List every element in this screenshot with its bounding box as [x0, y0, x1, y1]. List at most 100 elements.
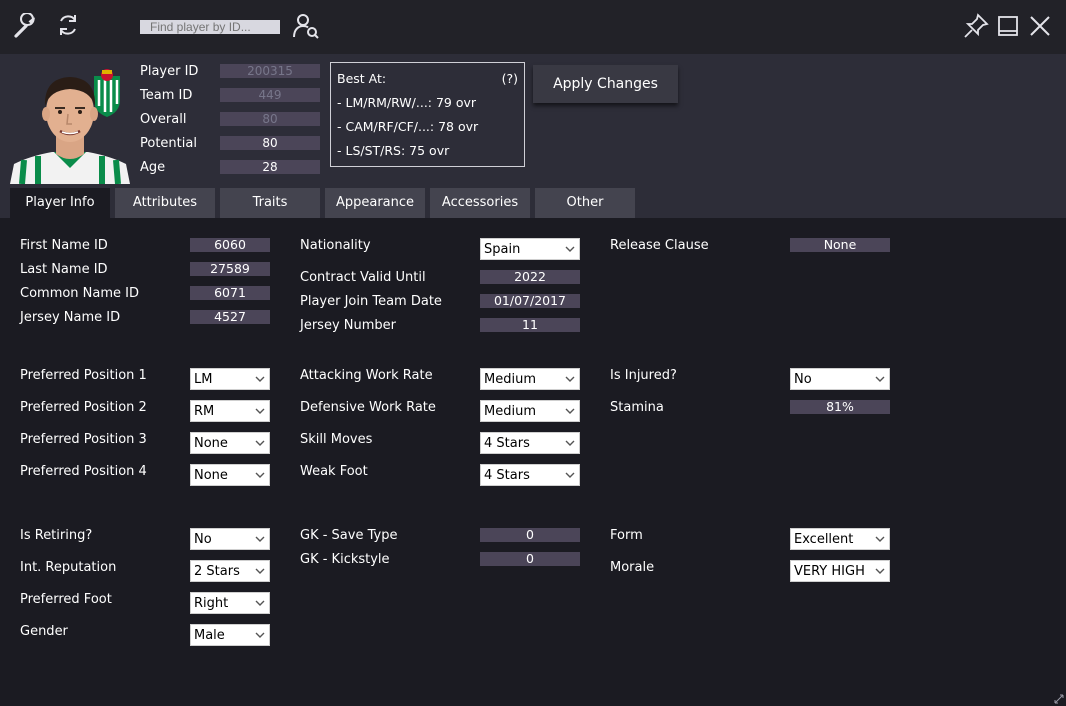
nationality-label: Nationality	[300, 238, 371, 253]
contract-valid-until-label: Contract Valid Until	[300, 270, 426, 285]
join-team-date-field[interactable]: 01/07/2017	[480, 294, 580, 308]
weak-foot-label: Weak Foot	[300, 464, 368, 479]
potential-label: Potential	[140, 136, 197, 151]
apply-changes-button[interactable]: Apply Changes	[533, 65, 678, 103]
minimize-icon[interactable]	[994, 12, 1022, 40]
nationality-value: Spain	[484, 242, 521, 257]
defensive-work-rate-select[interactable]: Medium	[480, 400, 580, 422]
tab-traits[interactable]: Traits	[220, 188, 320, 218]
best-at-line: - CAM/RF/CF/...: 78 ovr	[337, 119, 479, 134]
first-name-id-label: First Name ID	[20, 238, 108, 253]
chevron-down-icon	[565, 472, 575, 478]
chevron-down-icon	[255, 376, 265, 382]
best-at-title: Best At:	[337, 71, 387, 86]
form-select[interactable]: Excellent	[790, 528, 890, 550]
int-reputation-select[interactable]: 2 Stars	[190, 560, 270, 582]
chevron-down-icon	[875, 568, 885, 574]
first-name-id-field[interactable]: 6060	[190, 238, 270, 252]
tab-accessories[interactable]: Accessories	[430, 188, 530, 218]
player-portrait	[10, 64, 130, 185]
tab-appearance[interactable]: Appearance	[325, 188, 425, 218]
jersey-name-id-label: Jersey Name ID	[20, 310, 121, 325]
pin-icon[interactable]	[962, 12, 990, 40]
common-name-id-field[interactable]: 6071	[190, 286, 270, 300]
gk-save-type-field[interactable]: 0	[480, 528, 580, 542]
tab-attributes[interactable]: Attributes	[115, 188, 215, 218]
age-field[interactable]: 28	[220, 160, 320, 174]
refresh-icon[interactable]	[54, 11, 82, 39]
preferred-foot-value: Right	[194, 596, 229, 611]
gender-select[interactable]: Male	[190, 624, 270, 646]
is-injured-label: Is Injured?	[610, 368, 677, 383]
user-search-icon[interactable]	[290, 11, 322, 41]
gk-kickstyle-label: GK - Kickstyle	[300, 552, 390, 567]
gender-label: Gender	[20, 624, 68, 639]
join-team-date-label: Player Join Team Date	[300, 294, 442, 309]
preferred-foot-select[interactable]: Right	[190, 592, 270, 614]
defensive-work-rate-value: Medium	[484, 404, 536, 419]
skill-moves-label: Skill Moves	[300, 432, 373, 447]
stamina-field[interactable]: 81%	[790, 400, 890, 414]
tab-player-info[interactable]: Player Info	[10, 188, 110, 218]
preferred-position-4-value: None	[194, 468, 228, 483]
morale-select[interactable]: VERY HIGH	[790, 560, 890, 582]
contract-valid-until-field[interactable]: 2022	[480, 270, 580, 284]
tab-other[interactable]: Other	[535, 188, 635, 218]
gk-kickstyle-field[interactable]: 0	[480, 552, 580, 566]
release-clause-field[interactable]: None	[790, 238, 890, 252]
preferred-position-3-select[interactable]: None	[190, 432, 270, 454]
nationality-select[interactable]: Spain	[480, 238, 580, 260]
is-retiring-value: No	[194, 532, 212, 547]
preferred-position-2-select[interactable]: RM	[190, 400, 270, 422]
morale-label: Morale	[610, 560, 655, 575]
team-id-value: 449	[220, 88, 320, 102]
preferred-position-1-select[interactable]: LM	[190, 368, 270, 390]
overall-value: 80	[220, 112, 320, 126]
overall-label: Overall	[140, 112, 187, 127]
preferred-foot-label: Preferred Foot	[20, 592, 112, 607]
stamina-label: Stamina	[610, 400, 664, 415]
morale-value: VERY HIGH	[794, 564, 865, 579]
attacking-work-rate-label: Attacking Work Rate	[300, 368, 433, 383]
preferred-position-4-label: Preferred Position 4	[20, 464, 147, 479]
jersey-number-field[interactable]: 11	[480, 318, 580, 332]
chevron-down-icon	[255, 600, 265, 606]
int-reputation-label: Int. Reputation	[20, 560, 117, 575]
find-player-input[interactable]	[140, 20, 280, 34]
chevron-down-icon	[875, 536, 885, 542]
chevron-down-icon	[255, 472, 265, 478]
best-at-help[interactable]: (?)	[502, 71, 518, 86]
attacking-work-rate-select[interactable]: Medium	[480, 368, 580, 390]
int-reputation-value: 2 Stars	[194, 564, 240, 579]
weak-foot-select[interactable]: 4 Stars	[480, 464, 580, 486]
chevron-down-icon	[255, 408, 265, 414]
preferred-position-1-label: Preferred Position 1	[20, 368, 147, 383]
potential-field[interactable]: 80	[220, 136, 320, 150]
skill-moves-select[interactable]: 4 Stars	[480, 432, 580, 454]
attacking-work-rate-value: Medium	[484, 372, 536, 387]
is-injured-value: No	[794, 372, 812, 387]
chevron-down-icon	[565, 408, 575, 414]
common-name-id-label: Common Name ID	[20, 286, 140, 301]
is-retiring-select[interactable]: No	[190, 528, 270, 550]
last-name-id-field[interactable]: 27589	[190, 262, 270, 276]
wrench-icon[interactable]	[12, 12, 40, 40]
chevron-down-icon	[875, 376, 885, 382]
player-id-label: Player ID	[140, 64, 199, 79]
jersey-number-label: Jersey Number	[300, 318, 396, 333]
close-icon[interactable]	[1026, 12, 1054, 40]
chevron-down-icon	[255, 632, 265, 638]
player-info-panel	[0, 218, 1066, 706]
resize-grip-icon[interactable]	[1054, 694, 1064, 704]
best-at-line: - LS/ST/RS: 75 ovr	[337, 143, 450, 158]
form-label: Form	[610, 528, 643, 543]
chevron-down-icon	[565, 376, 575, 382]
chevron-down-icon	[255, 536, 265, 542]
gender-value: Male	[194, 628, 225, 643]
skill-moves-value: 4 Stars	[484, 436, 530, 451]
preferred-position-4-select[interactable]: None	[190, 464, 270, 486]
chevron-down-icon	[565, 246, 575, 252]
jersey-name-id-field[interactable]: 4527	[190, 310, 270, 324]
gk-save-type-label: GK - Save Type	[300, 528, 398, 543]
is-injured-select[interactable]: No	[790, 368, 890, 390]
